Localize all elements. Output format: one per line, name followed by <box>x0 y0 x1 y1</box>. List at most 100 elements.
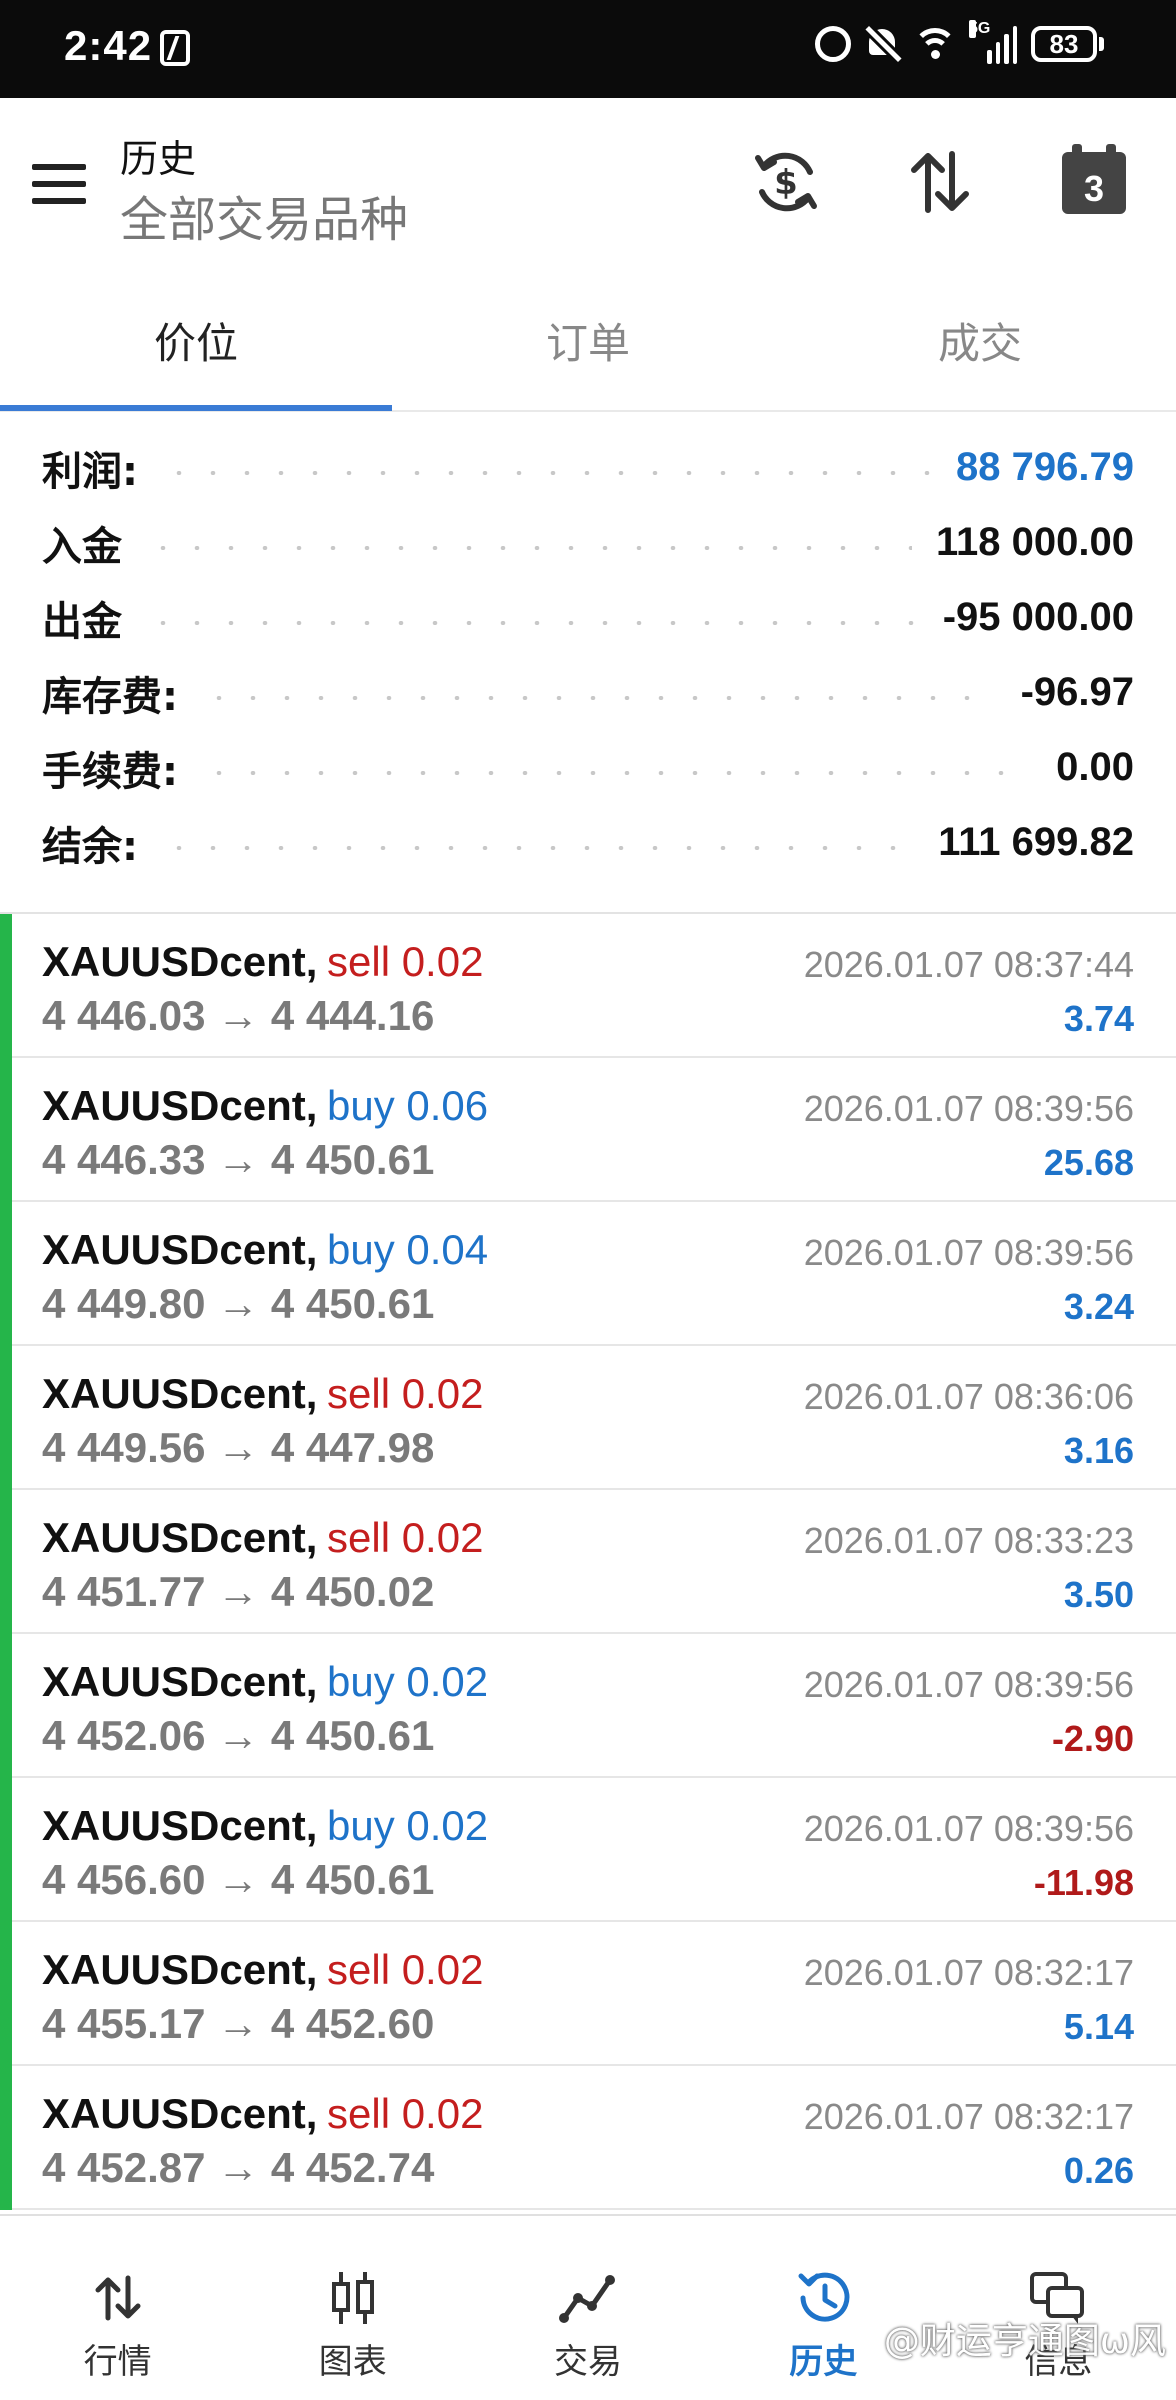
battery-level: 83 <box>1031 26 1097 62</box>
summary-panel: 利润: 88 796.79 入金 118 000.00 出金 -95 000.0… <box>0 430 1176 880</box>
deal-prices: 4 446.33 → 4 450.61 <box>42 1136 435 1183</box>
summary-dots <box>162 845 915 850</box>
tab-orders[interactable]: 订单 <box>392 268 784 412</box>
deal-row[interactable]: XAUUSDcent, buy 0.06 4 446.33 → 4 450.61… <box>0 1058 1176 1202</box>
deal-time: 2026.01.07 08:36:06 <box>803 1376 1134 1417</box>
summary-row-profit: 利润: 88 796.79 <box>0 430 1176 505</box>
nfc-icon <box>160 30 190 66</box>
tab-indicator <box>0 405 392 411</box>
status-time: 2:42 <box>64 22 153 69</box>
deal-status-bar <box>0 1778 12 1922</box>
summary-value: 88 796.79 <box>956 445 1134 489</box>
summary-row-swap: 库存费: -96.97 <box>0 655 1176 730</box>
deal-profit: -2.90 <box>1051 1718 1134 1759</box>
summary-value: 111 699.82 <box>938 820 1134 864</box>
nav-chart[interactable]: 图表 <box>235 2216 470 2400</box>
tab-price[interactable]: 价位 <box>0 268 392 412</box>
tab-bar: 价位 订单 成交 <box>0 268 1176 412</box>
history-icon <box>798 2272 850 2322</box>
deal-profit: 0.26 <box>1063 2150 1134 2191</box>
calendar-button[interactable]: 3 <box>1056 144 1132 220</box>
deal-status-bar <box>0 1490 12 1634</box>
deal-symbol: XAUUSDcent, <box>42 1226 318 1273</box>
nav-history[interactable]: 历史 <box>706 2216 941 2400</box>
calendar-day: 3 <box>1083 168 1105 209</box>
nav-messages[interactable]: 信息 <box>941 2216 1176 2400</box>
nav-label: 历史 <box>789 2342 858 2382</box>
network-type: 5G <box>969 20 991 38</box>
summary-dots <box>202 695 997 700</box>
deal-time: 2026.01.07 08:32:17 <box>803 1952 1134 1993</box>
deal-row[interactable]: XAUUSDcent, sell 0.02 4 446.03 → 4 444.1… <box>0 914 1176 1058</box>
deal-profit: 5.14 <box>1063 2006 1134 2047</box>
deal-status-bar <box>0 2066 12 2210</box>
nav-trade[interactable]: 交易 <box>470 2216 705 2400</box>
deal-time: 2026.01.07 08:39:56 <box>803 1808 1134 1849</box>
nav-label: 行情 <box>83 2342 152 2382</box>
summary-dots <box>146 545 912 550</box>
deal-prices: 4 449.56 → 4 447.98 <box>42 1424 435 1471</box>
deal-side: sell 0.02 <box>327 1370 484 1417</box>
deal-symbol: XAUUSDcent, <box>42 2090 318 2137</box>
deal-row[interactable]: XAUUSDcent, sell 0.02 4 455.17 → 4 452.6… <box>0 1922 1176 2066</box>
summary-value: 118 000.00 <box>936 520 1134 564</box>
watermark: @财运亨通图ω风 <box>883 2321 1166 2362</box>
deal-status-bar <box>0 1346 12 1490</box>
summary-label: 库存费: <box>42 673 178 720</box>
deal-side: sell 0.02 <box>327 938 484 985</box>
deal-status-bar <box>0 1058 12 1202</box>
nav-label: 图表 <box>318 2342 387 2382</box>
summary-label: 出金 <box>42 598 122 645</box>
nav-quotes[interactable]: 行情 <box>0 2216 235 2400</box>
summary-value: -96.97 <box>1020 670 1134 714</box>
deal-time: 2026.01.07 08:37:44 <box>803 944 1134 985</box>
nav-label: 交易 <box>554 2342 622 2382</box>
summary-label: 手续费: <box>42 748 178 795</box>
sort-icon <box>911 151 969 213</box>
alarm-icon <box>815 26 851 62</box>
deal-row[interactable]: XAUUSDcent, sell 0.02 4 451.77 → 4 450.0… <box>0 1490 1176 1634</box>
symbol-filter[interactable]: 全部交易品种 <box>120 180 408 250</box>
deal-row[interactable]: XAUUSDcent, sell 0.02 4 452.87 → 4 452.7… <box>0 2066 1176 2210</box>
menu-icon[interactable] <box>32 164 88 204</box>
summary-row-balance: 结余: 111 699.82 <box>0 805 1176 880</box>
deal-time: 2026.01.07 08:39:56 <box>803 1088 1134 1129</box>
deal-symbol: XAUUSDcent, <box>42 1514 318 1561</box>
deal-time: 2026.01.07 08:32:17 <box>803 2096 1134 2137</box>
bottom-nav: 行情 图表 交易 历史 信息 <box>0 2214 1176 2400</box>
deal-symbol: XAUUSDcent, <box>42 938 318 985</box>
status-bar: 2:42 5G 83 <box>0 0 1176 98</box>
currency-refresh-button[interactable]: $ <box>748 144 824 220</box>
deal-prices: 4 451.77 → 4 450.02 <box>42 1568 435 1615</box>
deal-prices: 4 456.60 → 4 450.61 <box>42 1856 435 1903</box>
page-title: 历史 <box>120 137 197 181</box>
deal-row[interactable]: XAUUSDcent, buy 0.02 4 452.06 → 4 450.61… <box>0 1634 1176 1778</box>
chart-icon <box>331 2272 374 2324</box>
deal-row[interactable]: XAUUSDcent, buy 0.04 4 449.80 → 4 450.61… <box>0 1202 1176 1346</box>
sort-button[interactable] <box>902 144 978 220</box>
battery-icon: 83 <box>1031 26 1104 62</box>
deal-status-bar <box>0 1202 12 1346</box>
deal-profit: 3.24 <box>1063 1286 1134 1327</box>
summary-value: -95 000.00 <box>942 595 1134 639</box>
summary-value: 0.00 <box>1056 745 1134 789</box>
deal-profit: -11.98 <box>1033 1862 1134 1903</box>
deal-symbol: XAUUSDcent, <box>42 1946 318 1993</box>
deal-row[interactable]: XAUUSDcent, buy 0.02 4 456.60 → 4 450.61… <box>0 1778 1176 1922</box>
currency-refresh-icon: $ <box>755 152 817 212</box>
deal-side: sell 0.02 <box>327 2090 484 2137</box>
deal-side: buy 0.02 <box>327 1658 489 1705</box>
summary-label: 结余: <box>42 823 138 870</box>
summary-label: 利润: <box>42 448 138 495</box>
svg-text:$: $ <box>774 163 798 203</box>
deal-side: buy 0.02 <box>327 1802 489 1849</box>
signal-icon: 5G <box>969 20 1017 64</box>
summary-label: 入金 <box>42 523 122 570</box>
deal-symbol: XAUUSDcent, <box>42 1802 318 1849</box>
deal-row[interactable]: XAUUSDcent, sell 0.02 4 449.56 → 4 447.9… <box>0 1346 1176 1490</box>
summary-dots <box>162 470 933 475</box>
summary-dots <box>146 620 919 625</box>
deal-status-bar <box>0 1922 12 2066</box>
tab-deals[interactable]: 成交 <box>784 268 1176 412</box>
summary-row-commission: 手续费: 0.00 <box>0 730 1176 805</box>
